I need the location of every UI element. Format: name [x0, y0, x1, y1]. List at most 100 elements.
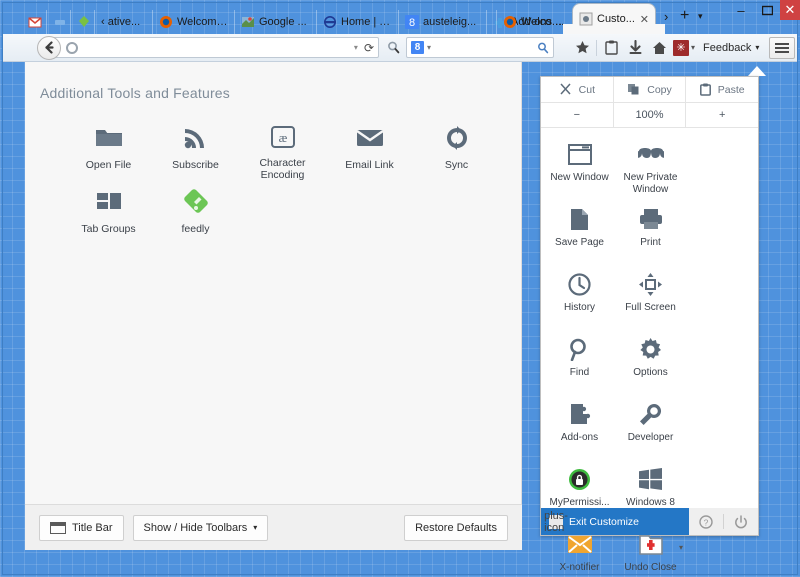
palette-item-email-link[interactable]: Email Link [326, 117, 413, 181]
url-bar[interactable]: ▾ ⟳ [49, 37, 379, 58]
clock-icon [568, 270, 591, 298]
palette-item-character-encoding[interactable]: æ Character Encoding [239, 117, 326, 181]
pinned-tab-green[interactable] [70, 10, 94, 34]
scissors-icon [559, 83, 572, 96]
firefox-favicon [503, 15, 517, 29]
list-all-tabs-button[interactable]: › [664, 9, 668, 24]
new-tab-button[interactable]: + [680, 7, 689, 25]
globe-icon [66, 42, 78, 54]
restore-defaults-label: Restore Defaults [415, 522, 497, 534]
addon-asterisk-icon[interactable]: ✳ [671, 37, 691, 59]
feedback-button[interactable]: Feedback ▾ [703, 42, 759, 54]
panel-item-new-private-window[interactable]: New Private Window [615, 134, 686, 199]
reader-list-icon[interactable] [599, 37, 623, 59]
pinned-tab-gmail[interactable] [22, 10, 46, 34]
copy-label: Copy [647, 84, 672, 96]
zoom-out-button[interactable]: − [541, 103, 614, 127]
tab-3[interactable]: Home | T... [316, 10, 398, 34]
customize-favicon [579, 12, 593, 26]
panel-item-label: Add-ons [546, 432, 614, 444]
gmail-favicon [28, 15, 42, 29]
palette-item-subscribe[interactable]: Subscribe [152, 117, 239, 181]
download-arrow-icon[interactable] [623, 37, 647, 59]
magnifier-icon [569, 335, 591, 363]
title-bar-toggle-button[interactable]: Title Bar [39, 515, 124, 541]
palette-item-sync[interactable]: Sync [413, 117, 500, 181]
feedback-caret-icon: ▾ [755, 43, 759, 52]
copy-button[interactable]: Copy [614, 77, 687, 102]
navigation-toolbar: ▾ ⟳ 8 ▾ ✳ ▾ Feedback ▾ [3, 34, 797, 62]
panel-item-history[interactable]: History [544, 264, 615, 329]
search-magnifier-icon [387, 41, 400, 54]
tfl-favicon [323, 15, 337, 29]
panel-item-label: Save Page [546, 237, 614, 249]
cut-button[interactable]: Cut [541, 77, 614, 102]
reload-icon[interactable]: ⟳ [364, 41, 374, 55]
palette-item-tab-groups[interactable]: Tab Groups [65, 181, 152, 245]
addon-caret-icon[interactable]: ▾ [691, 43, 695, 52]
back-button[interactable] [37, 36, 61, 60]
tab-active-customize[interactable]: Custo... ✕ [573, 4, 655, 34]
clipboard-icon [700, 83, 711, 96]
panel-item-save-page[interactable]: Save Page [544, 199, 615, 264]
svg-text:æ: æ [278, 130, 287, 145]
envelope-icon [356, 123, 384, 153]
panel-item-label: Print [617, 237, 685, 249]
power-button[interactable] [724, 508, 758, 535]
panel-item-add-ons[interactable]: Add-ons [544, 394, 615, 459]
palette-item-label: Character Encoding [239, 157, 326, 181]
customize-section-title: Additional Tools and Features [40, 85, 230, 101]
new-window-icon [568, 140, 592, 168]
panel-item-find[interactable]: Find [544, 329, 615, 394]
windows-logo-icon [639, 465, 662, 493]
search-bar[interactable]: 8 ▾ [406, 37, 554, 58]
character-encoding-icon: æ [270, 123, 296, 151]
search-go-icon[interactable] [537, 42, 549, 54]
panel-item-label: New Private Window [617, 172, 685, 195]
palette-item-label: Subscribe [172, 159, 219, 171]
cut-label: Cut [579, 84, 595, 96]
tab-2[interactable]: Google ... [234, 10, 316, 34]
restore-defaults-button[interactable]: Restore Defaults [404, 515, 508, 541]
url-dropmarker-icon[interactable]: ▾ [354, 43, 358, 52]
window-close-button[interactable]: ✕ [780, 0, 800, 20]
panel-item-options[interactable]: Options [615, 329, 686, 394]
help-button[interactable]: ? [689, 508, 723, 535]
window-minimize-button[interactable]: – [728, 0, 754, 20]
addon-badge[interactable]: ✳ [673, 40, 689, 56]
panel-item-new-window[interactable]: New Window [544, 134, 615, 199]
customize-palette: Open File Subscribe æ Character Encoding… [65, 117, 505, 245]
search-engine-icon[interactable]: 8 [411, 41, 424, 54]
tab-label: Custo... [597, 13, 636, 25]
panel-item-label: History [546, 302, 614, 314]
chevron-down-icon[interactable]: ▾ [679, 543, 683, 552]
zoom-in-button[interactable]: + [686, 103, 758, 127]
tab-1[interactable]: Welcome... [152, 10, 234, 34]
menu-hamburger-button[interactable] [769, 37, 795, 59]
pinned-tab-blue[interactable] [46, 10, 70, 34]
paste-button[interactable]: Paste [686, 77, 758, 102]
panel-item-full-screen[interactable]: Full Screen [615, 264, 686, 329]
palette-item-label: Email Link [345, 159, 393, 171]
palette-item-open-file[interactable]: Open File [65, 117, 152, 181]
tab-4[interactable]: 8 austeleig... [398, 10, 486, 34]
tab-0[interactable]: ‹ ative... [94, 10, 152, 34]
panel-item-developer[interactable]: Developer [615, 394, 686, 459]
tab-label: Google ... [259, 16, 307, 28]
palette-item-feedly[interactable]: feedly [152, 181, 239, 245]
panel-item-label: Developer [617, 432, 685, 444]
window-maximize-button[interactable] [754, 0, 780, 20]
new-tab-caret-icon[interactable]: ▾ [698, 11, 703, 22]
home-icon[interactable] [647, 37, 671, 59]
zoom-level[interactable]: 100% [614, 103, 687, 127]
fullscreen-icon [639, 270, 662, 298]
show-hide-toolbars-button[interactable]: Show / Hide Toolbars ▾ [133, 515, 269, 541]
panel-item-label: Full Screen [617, 302, 685, 314]
panel-item-print[interactable]: Print [615, 199, 686, 264]
bookmark-star-icon[interactable] [570, 37, 594, 59]
window-icon [50, 522, 66, 534]
exit-customize-button[interactable]: plus-icon Exit Customize [541, 515, 639, 529]
tab-close-icon[interactable]: ✕ [640, 13, 649, 26]
search-engine-caret-icon[interactable]: ▾ [427, 43, 431, 52]
wrench-icon [639, 400, 662, 428]
